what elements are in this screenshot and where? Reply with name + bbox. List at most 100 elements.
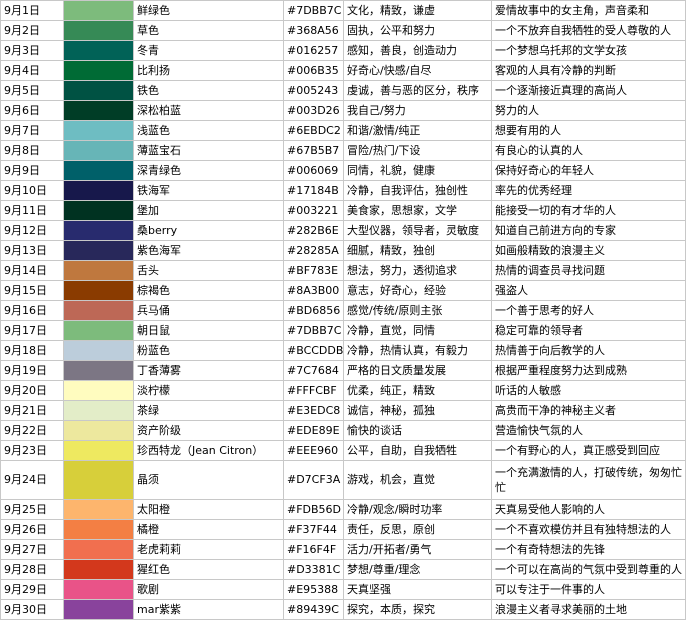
traits-cell: 责任，反思，原创 (343, 519, 492, 540)
table-row: 9月3日 冬青 #016257 感知，善良，创造动力 一个梦想乌托邦的文学女孩 (0, 40, 686, 61)
color-swatch (63, 220, 134, 241)
meaning-cell: 想要有用的人 (491, 120, 686, 141)
hex-code-cell: #F37F44 (283, 519, 344, 540)
meaning-cell: 一个不喜欢模仿并且有独特想法的人 (491, 519, 686, 540)
table-row: 9月10日 铁海军 #17184B 冷静，自我评估，独创性 率先的优秀经理 (0, 180, 686, 201)
color-name-cell: 薄蓝宝石 (133, 140, 284, 161)
traits-cell: 天真坚强 (343, 579, 492, 600)
hex-code-cell: #003221 (283, 200, 344, 221)
traits-cell: 想法，努力，透彻追求 (343, 260, 492, 281)
traits-cell: 固执，公平和努力 (343, 20, 492, 41)
traits-cell: 感知，善良，创造动力 (343, 40, 492, 61)
table-row: 9月17日 朝日鼠 #7DBB7C 冷静，直觉，同情 稳定可靠的领导者 (0, 320, 686, 341)
color-name-cell: 歌剧 (133, 579, 284, 600)
meaning-cell: 可以专注于一件事的人 (491, 579, 686, 600)
table-row: 9月29日 歌剧 #E95388 天真坚强 可以专注于一件事的人 (0, 579, 686, 600)
meaning-cell: 一个善于思考的好人 (491, 300, 686, 321)
hex-code-cell: #005243 (283, 80, 344, 101)
date-cell: 9月6日 (0, 100, 64, 121)
hex-code-cell: #E3EDC8 (283, 400, 344, 421)
meaning-cell: 一个梦想乌托邦的文学女孩 (491, 40, 686, 61)
color-table: 9月1日 鲜绿色 #7DBB7C 文化，精致，谦虚 爱情故事中的女主角，声音柔和 9月2日… (0, 0, 686, 620)
date-cell: 9月30日 (0, 599, 64, 620)
color-name-cell: 粉蓝色 (133, 340, 284, 361)
date-cell: 9月17日 (0, 320, 64, 341)
meaning-cell: 一个有野心的人，真正感受到回应 (491, 440, 686, 461)
traits-cell: 诚信，神秘，孤独 (343, 400, 492, 421)
color-swatch (63, 300, 134, 321)
color-swatch (63, 240, 134, 261)
color-name-cell: 浅蓝色 (133, 120, 284, 141)
table-row: 9月24日 晶须 #D7CF3A 游戏，机会，直觉 一个充满激情的人，打破传统，匆匆忙忙 (0, 460, 686, 500)
color-swatch (63, 579, 134, 600)
table-row: 9月26日 橘橙 #F37F44 责任，反思，原创 一个不喜欢模仿并且有独特想法的人 (0, 519, 686, 540)
date-cell: 9月26日 (0, 519, 64, 540)
color-name-cell: 棕褐色 (133, 280, 284, 301)
table-row: 9月22日 资产阶级 #EDE89E 愉快的谈话 营造愉快气氛的人 (0, 420, 686, 441)
date-cell: 9月13日 (0, 240, 64, 261)
date-cell: 9月15日 (0, 280, 64, 301)
table-row: 9月12日 桑berry #282B6E 大型仪器，领导者，灵敏度 知道自己前进方向的专… (0, 220, 686, 241)
traits-cell: 活力/开拓者/勇气 (343, 539, 492, 560)
table-body: 9月1日 鲜绿色 #7DBB7C 文化，精致，谦虚 爱情故事中的女主角，声音柔和 9月2日… (0, 0, 686, 620)
date-cell: 9月18日 (0, 340, 64, 361)
date-cell: 9月11日 (0, 200, 64, 221)
table-row: 9月14日 舌头 #BF783E 想法，努力，透彻追求 热情的调查员寻找问题 (0, 260, 686, 281)
color-name-cell: mar紫紫 (133, 599, 284, 620)
color-swatch (63, 80, 134, 101)
traits-cell: 游戏，机会，直觉 (343, 460, 492, 500)
date-cell: 9月2日 (0, 20, 64, 41)
color-swatch (63, 20, 134, 41)
hex-code-cell: #006069 (283, 160, 344, 181)
meaning-cell: 保持好奇心的年轻人 (491, 160, 686, 181)
meaning-cell: 如画般精致的浪漫主义 (491, 240, 686, 261)
color-name-cell: 淡柠檬 (133, 380, 284, 401)
color-swatch (63, 200, 134, 221)
table-row: 9月25日 太阳橙 #FDB56D 冷静/观念/瞬时功率 天真易受他人影响的人 (0, 499, 686, 520)
date-cell: 9月16日 (0, 300, 64, 321)
date-cell: 9月4日 (0, 60, 64, 81)
hex-code-cell: #EEE960 (283, 440, 344, 461)
color-swatch (63, 180, 134, 201)
color-name-cell: 珍西特龙（Jean Citron） (133, 440, 284, 461)
date-cell: 9月20日 (0, 380, 64, 401)
color-name-cell: 深青绿色 (133, 160, 284, 181)
traits-cell: 冷静/观念/瞬时功率 (343, 499, 492, 520)
traits-cell: 文化，精致，谦虚 (343, 0, 492, 21)
color-name-cell: 草色 (133, 20, 284, 41)
color-name-cell: 茶绿 (133, 400, 284, 421)
traits-cell: 优柔，纯正，精致 (343, 380, 492, 401)
hex-code-cell: #006B35 (283, 60, 344, 81)
hex-code-cell: #BD6856 (283, 300, 344, 321)
hex-code-cell: #67B5B7 (283, 140, 344, 161)
hex-code-cell: #BF783E (283, 260, 344, 281)
hex-code-cell: #FDB56D (283, 499, 344, 520)
meaning-cell: 热情善于向后教学的人 (491, 340, 686, 361)
table-row: 9月23日 珍西特龙（Jean Citron） #EEE960 公平，自助，自我牺牲一… (0, 440, 686, 461)
meaning-cell: 爱情故事中的女主角，声音柔和 (491, 0, 686, 21)
traits-cell: 冷静，热情认真，有毅力 (343, 340, 492, 361)
meaning-cell: 听话的人敏感 (491, 380, 686, 401)
table-row: 9月5日 铁色 #005243 虔诚，善与恶的区分，秩序 一个逐渐接近真理的高尚人 (0, 80, 686, 101)
date-cell: 9月1日 (0, 0, 64, 21)
color-swatch (63, 140, 134, 161)
color-swatch (63, 100, 134, 121)
color-name-cell: 太阳橙 (133, 499, 284, 520)
table-row: 9月27日 老虎莉莉 #F16F4F 活力/开拓者/勇气 一个有奇特想法的先锋 (0, 539, 686, 560)
table-row: 9月8日 薄蓝宝石 #67B5B7 冒险/热门/下设 有良心的认真的人 (0, 140, 686, 161)
date-cell: 9月21日 (0, 400, 64, 421)
meaning-cell: 客观的人具有冷静的判断 (491, 60, 686, 81)
traits-cell: 我自己/努力 (343, 100, 492, 121)
hex-code-cell: #003D26 (283, 100, 344, 121)
date-cell: 9月5日 (0, 80, 64, 101)
date-cell: 9月22日 (0, 420, 64, 441)
color-name-cell: 晶须 (133, 460, 284, 500)
table-row: 9月18日 粉蓝色 #BCCDDB 冷静，热情认真，有毅力 热情善于向后教学的人 (0, 340, 686, 361)
meaning-cell: 稳定可靠的领导者 (491, 320, 686, 341)
traits-cell: 探究，本质，探究 (343, 599, 492, 620)
hex-code-cell: #EDE89E (283, 420, 344, 441)
color-swatch (63, 160, 134, 181)
traits-cell: 冷静，自我评估，独创性 (343, 180, 492, 201)
traits-cell: 冒险/热门/下设 (343, 140, 492, 161)
color-name-cell: 丁香薄雾 (133, 360, 284, 381)
